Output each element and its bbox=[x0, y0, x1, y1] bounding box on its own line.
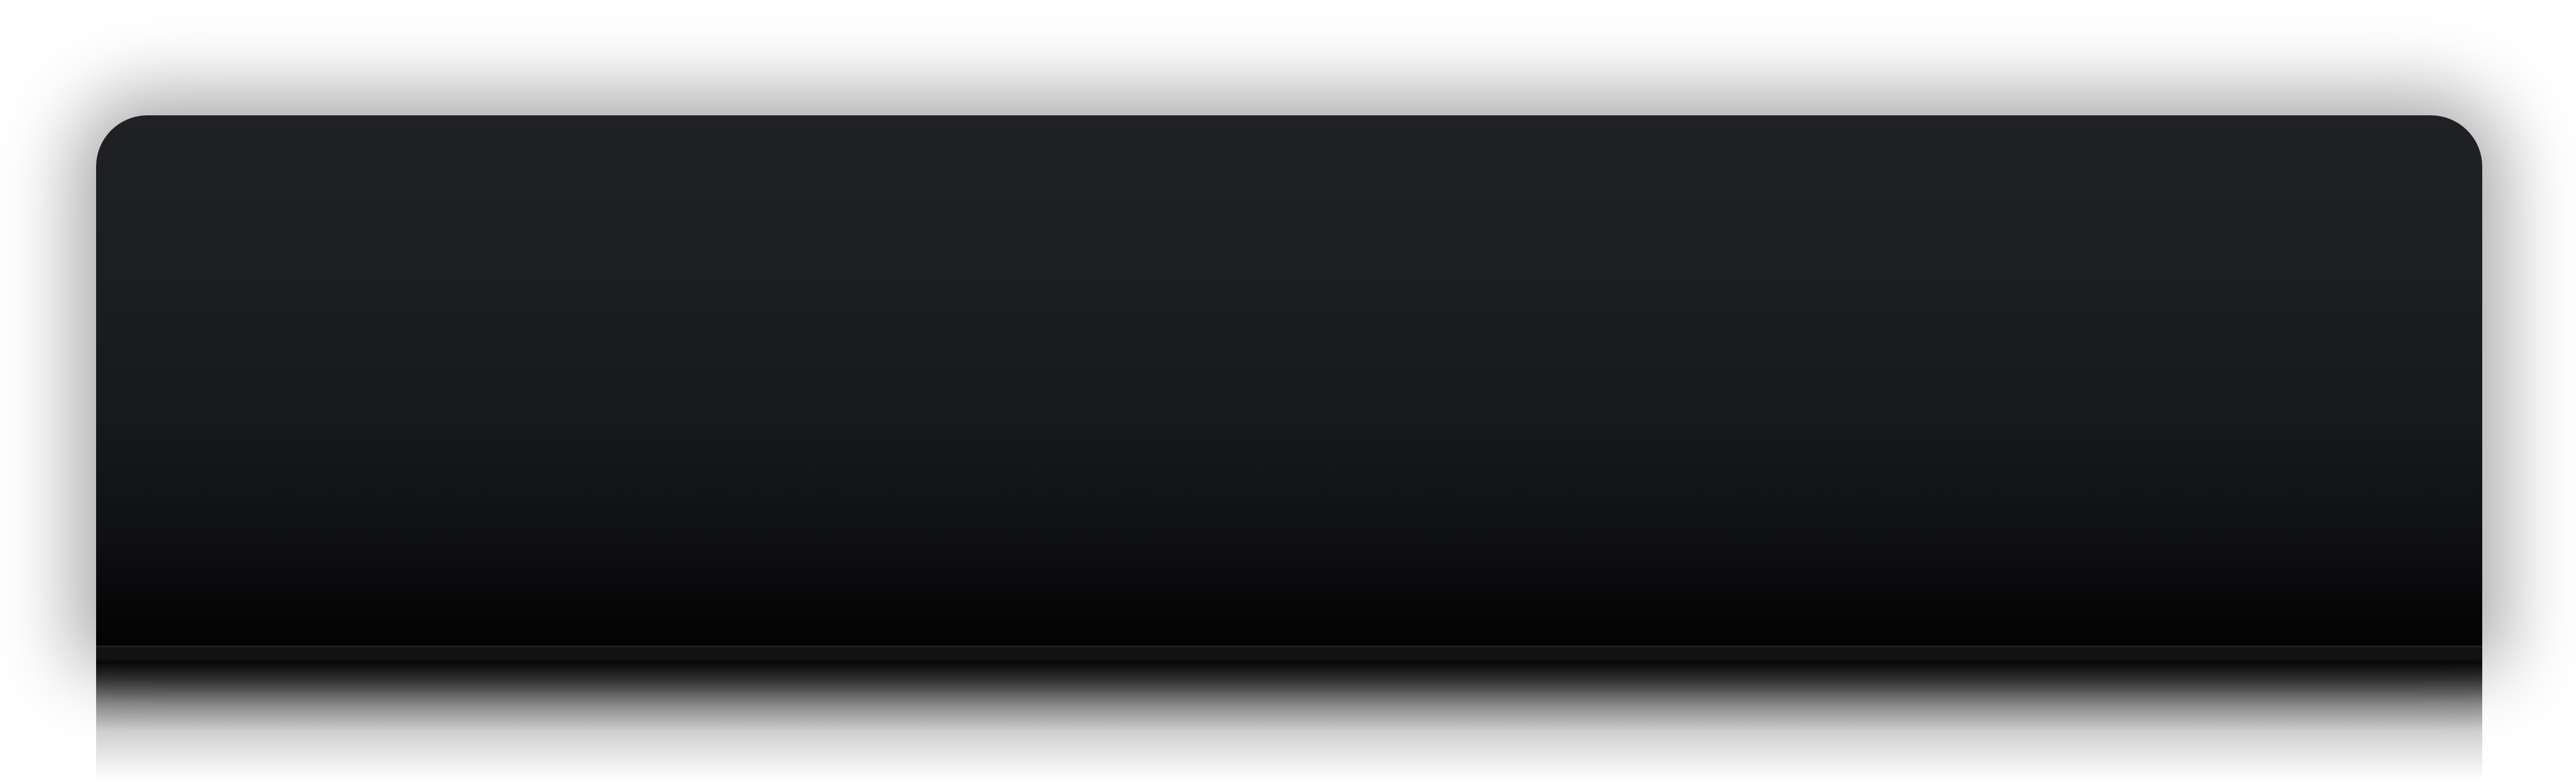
window-bottom-shadow bbox=[96, 648, 2482, 781]
window bbox=[96, 115, 2482, 648]
window-content bbox=[96, 115, 2482, 648]
